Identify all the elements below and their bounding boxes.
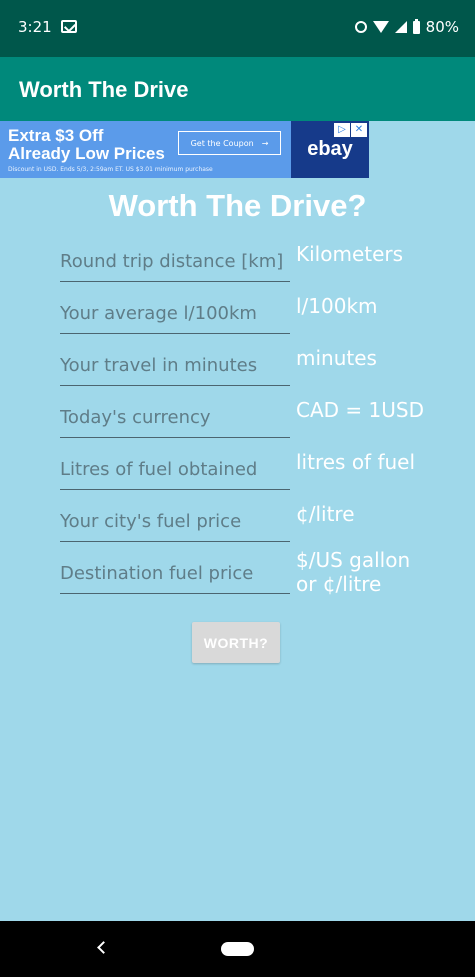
ad-headline: Extra $3 Off Already Low Prices	[8, 127, 165, 163]
unit-label-l-per-100km: l/100km	[296, 294, 378, 318]
page-title: Worth The Drive?	[108, 188, 367, 223]
worth-button[interactable]: WORTH?	[192, 622, 280, 663]
travel-minutes-input[interactable]	[60, 345, 290, 386]
gmail-icon	[61, 20, 77, 33]
ad-coupon-button[interactable]: Get the Coupon →	[178, 131, 281, 155]
round-trip-distance-input[interactable]	[60, 241, 290, 282]
unit-label-or-cents: or ¢/litre	[296, 572, 382, 596]
home-icon[interactable]	[221, 942, 254, 956]
signal-icon	[394, 21, 407, 33]
currency-input[interactable]	[60, 397, 290, 438]
status-icons: 80%	[354, 18, 459, 36]
unit-label-currency: CAD = 1USD	[296, 398, 424, 422]
unit-label-kilometers: Kilometers	[296, 242, 404, 266]
unit-label-cents-per-litre: ¢/litre	[296, 502, 355, 526]
status-time: 3:21	[18, 18, 52, 36]
alarm-icon	[354, 21, 367, 33]
unit-label-litres: litres of fuel	[296, 450, 416, 474]
arrow-right-icon: →	[261, 138, 269, 148]
form-row-distance: Kilometers	[60, 236, 460, 282]
form-row-destination-price: $/US gallon or ¢/litre	[60, 548, 460, 596]
fuel-litres-input[interactable]	[60, 449, 290, 490]
battery-icon	[412, 18, 420, 34]
ad-coupon-label: Get the Coupon	[190, 138, 254, 148]
form-row-travel-time: minutes	[60, 340, 460, 386]
ad-close-icon[interactable]: ✕	[351, 123, 367, 137]
city-fuel-price-input[interactable]	[60, 501, 290, 542]
destination-fuel-price-input[interactable]	[60, 553, 290, 594]
navigation-bar	[0, 921, 475, 977]
unit-label-destination: $/US gallon or ¢/litre	[296, 548, 410, 596]
form-row-city-price: ¢/litre	[60, 496, 460, 542]
unit-label-gallon: $/US gallon	[296, 548, 411, 572]
unit-label-minutes: minutes	[296, 346, 377, 370]
app-title: Worth The Drive	[19, 77, 189, 102]
average-consumption-input[interactable]	[60, 293, 290, 334]
form-row-fuel-litres: litres of fuel	[60, 444, 460, 490]
status-bar: 3:21 80%	[0, 0, 475, 57]
ad-headline-line2: Already Low Prices	[8, 144, 165, 163]
ad-headline-line1: Extra $3 Off	[8, 126, 104, 145]
ad-choices-icon[interactable]: ▷	[334, 123, 350, 137]
form-row-currency: CAD = 1USD	[60, 392, 460, 438]
wifi-icon	[372, 21, 389, 33]
ad-fine-print: Discount in USD. Ends 5/3, 2:59am ET. US…	[8, 166, 213, 173]
back-icon[interactable]	[97, 941, 110, 954]
battery-percentage: 80%	[425, 18, 459, 36]
app-bar: Worth The Drive	[0, 57, 475, 121]
form-row-consumption: l/100km	[60, 288, 460, 334]
ad-banner[interactable]: Extra $3 Off Already Low Prices Discount…	[0, 121, 369, 178]
